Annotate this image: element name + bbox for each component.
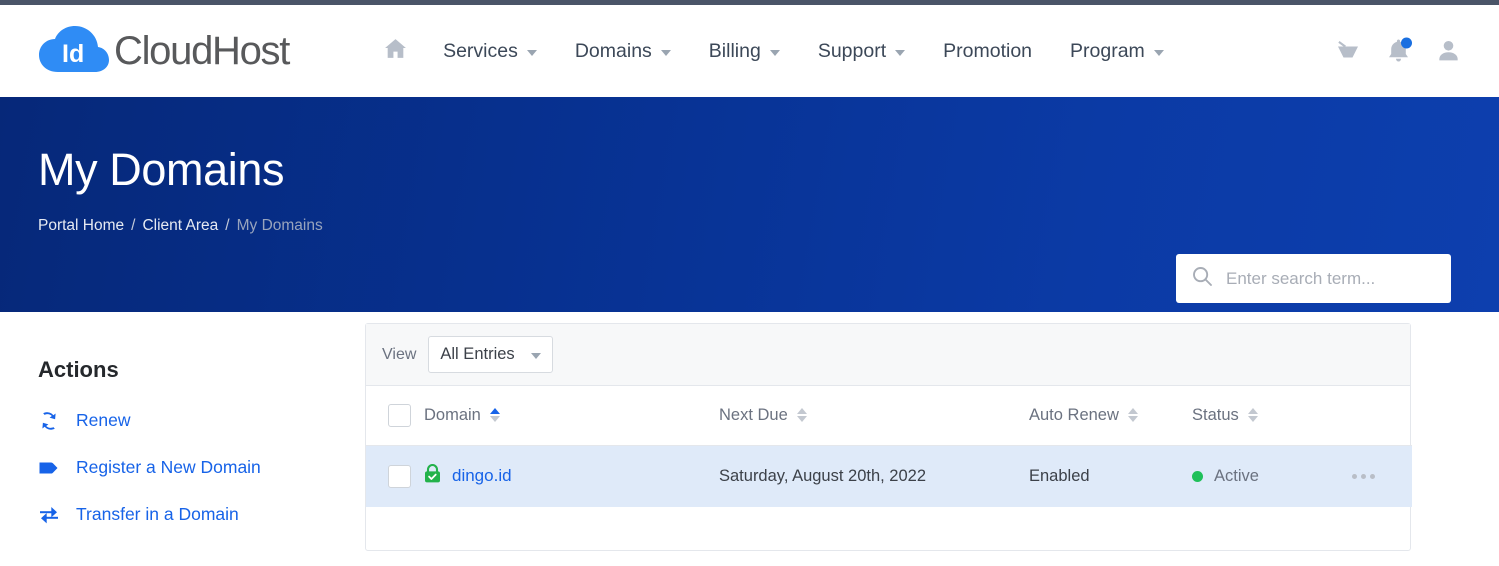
column-header-status-label: Status <box>1192 405 1239 424</box>
row-next-due-cell: Saturday, August 20th, 2022 <box>719 466 927 485</box>
view-label: View <box>382 345 417 363</box>
nav-home[interactable] <box>367 28 424 75</box>
select-all-checkbox[interactable] <box>388 403 411 427</box>
row-status-cell: Active <box>1192 445 1352 507</box>
table-row[interactable]: dingo.id Saturday, August 20th, 2022 Ena… <box>366 445 1412 507</box>
chevron-down-icon <box>660 49 671 56</box>
row-auto-renew-cell: Enabled <box>1029 466 1090 485</box>
site-header: Id CloudHost Services Domains Billing Su… <box>0 5 1499 97</box>
column-header-next-due[interactable]: Next Due <box>719 386 1029 446</box>
actions-sidebar: Actions Renew Register a New Domain Tran… <box>0 312 365 551</box>
table-header: Domain Next Due Auto Renew Status <box>366 386 1412 446</box>
chevron-down-icon <box>895 49 906 56</box>
action-transfer-label: Transfer in a Domain <box>76 504 239 524</box>
breadcrumb-item-client-area[interactable]: Client Area <box>142 217 218 235</box>
breadcrumb-separator: / <box>225 217 230 234</box>
view-entries-select[interactable]: All Entries <box>428 336 553 373</box>
chevron-down-icon <box>1153 49 1164 56</box>
chevron-down-icon <box>530 353 541 359</box>
nav-services-label: Services <box>443 39 518 62</box>
column-header-domain[interactable]: Domain <box>424 386 719 446</box>
nav-promotion-label: Promotion <box>943 39 1033 62</box>
column-header-domain-label: Domain <box>424 405 481 424</box>
shopping-cart-icon[interactable] <box>1335 39 1361 63</box>
page-hero-banner: My Domains Portal Home / Client Area / M… <box>0 97 1499 312</box>
view-entries-value: All Entries <box>440 345 515 363</box>
row-actions-cell <box>1352 445 1412 507</box>
header-actions <box>1335 37 1461 64</box>
sort-next-due-icon[interactable] <box>796 408 807 423</box>
site-logo[interactable]: Id CloudHost <box>38 26 290 76</box>
home-icon <box>383 36 408 67</box>
page-content: Actions Renew Register a New Domain Tran… <box>0 312 1499 551</box>
breadcrumb: Portal Home / Client Area / My Domains <box>38 217 323 235</box>
logo-badge-text: Id <box>62 40 84 68</box>
sort-auto-renew-icon[interactable] <box>1127 408 1138 423</box>
nav-services[interactable]: Services <box>424 32 556 71</box>
sort-domain-icon[interactable] <box>489 408 500 423</box>
user-account-icon[interactable] <box>1436 39 1461 64</box>
nav-promotion[interactable]: Promotion <box>924 32 1051 71</box>
cloud-logo-icon: Id <box>38 26 110 76</box>
green-lock-icon <box>424 464 441 488</box>
table-toolbar: View All Entries <box>366 324 1410 386</box>
domains-table-card: View All Entries Domain Next Due Auto Re… <box>365 323 1412 551</box>
action-register-new-domain[interactable]: Register a New Domain <box>38 457 365 478</box>
search-input[interactable]: Enter search term... <box>1226 269 1375 289</box>
nav-billing-label: Billing <box>708 39 761 62</box>
breadcrumb-item-my-domains: My Domains <box>236 217 323 234</box>
breadcrumb-separator: / <box>131 217 136 234</box>
action-renew-label: Renew <box>76 410 131 430</box>
notifications-bell-icon[interactable] <box>1387 37 1412 64</box>
row-select-checkbox[interactable] <box>388 464 411 488</box>
nav-support[interactable]: Support <box>799 32 924 71</box>
nav-program[interactable]: Program <box>1051 32 1183 71</box>
notification-badge <box>1401 37 1412 49</box>
nav-domains[interactable]: Domains <box>556 32 690 71</box>
tag-icon <box>38 461 60 475</box>
status-badge: Active <box>1214 466 1259 485</box>
chevron-down-icon <box>769 49 780 56</box>
breadcrumb-item-portal-home[interactable]: Portal Home <box>38 217 124 235</box>
status-indicator-dot <box>1192 470 1203 482</box>
sort-status-icon[interactable] <box>1247 408 1258 423</box>
table-body: dingo.id Saturday, August 20th, 2022 Ena… <box>366 445 1412 507</box>
more-options-icon[interactable] <box>1352 473 1412 479</box>
search-box[interactable]: Enter search term... <box>1176 254 1451 303</box>
transfer-arrows-icon <box>38 506 60 524</box>
action-transfer-domain[interactable]: Transfer in a Domain <box>38 504 365 525</box>
main-navigation: Services Domains Billing Support Promoti… <box>367 28 1183 75</box>
nav-billing[interactable]: Billing <box>690 32 799 71</box>
column-header-auto-renew[interactable]: Auto Renew <box>1029 386 1192 446</box>
logo-wordmark: CloudHost <box>114 28 290 73</box>
nav-support-label: Support <box>817 39 887 62</box>
actions-title: Actions <box>38 357 119 382</box>
table-header-row: Domain Next Due Auto Renew Status <box>366 386 1412 446</box>
nav-domains-label: Domains <box>574 39 652 62</box>
column-header-auto-renew-label: Auto Renew <box>1029 405 1119 424</box>
nav-program-label: Program <box>1070 39 1145 62</box>
chevron-down-icon <box>526 49 537 56</box>
sync-renew-icon <box>38 411 60 430</box>
column-header-next-due-label: Next Due <box>719 405 788 424</box>
search-icon <box>1192 266 1213 292</box>
domains-table: Domain Next Due Auto Renew Status dingo.… <box>366 386 1412 507</box>
column-header-status[interactable]: Status <box>1192 386 1352 446</box>
row-domain-link[interactable]: dingo.id <box>452 466 512 486</box>
row-domain-cell: dingo.id <box>424 445 719 507</box>
action-register-label: Register a New Domain <box>76 457 261 477</box>
row-select-cell <box>366 445 424 507</box>
select-all-header <box>366 386 424 446</box>
page-title: My Domains <box>38 144 285 195</box>
column-header-actions <box>1352 386 1412 446</box>
action-renew[interactable]: Renew <box>38 410 365 431</box>
